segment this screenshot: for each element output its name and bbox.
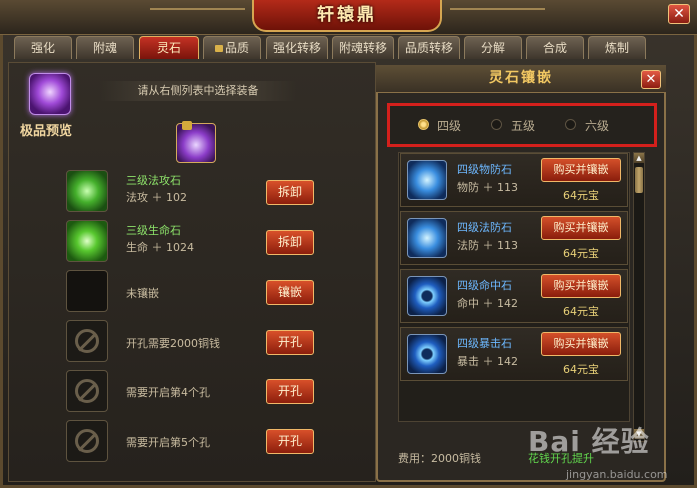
prohibited-icon (75, 429, 99, 453)
gem-list-scrollbar[interactable]: ▲ ▼ (633, 152, 645, 442)
gem-slot-6 (66, 420, 108, 462)
slot-gem-stat: 生命 ＋ 1024 (126, 241, 194, 254)
tab-fenjie[interactable]: 分解 (464, 36, 522, 59)
tab-label: 分解 (480, 41, 505, 55)
gem-embed-title-bar: 灵石镶嵌 (376, 65, 666, 93)
gem-price: 64元宝 (563, 305, 599, 318)
title-ornament-right (450, 8, 545, 10)
gem-list-item[interactable]: 四级物防石 物防 ＋ 113 购买并镶嵌 64元宝 (400, 153, 628, 207)
premium-preview-icon[interactable] (29, 73, 71, 115)
magic-defense-stone-icon (407, 218, 447, 258)
grade-radio-4[interactable] (418, 119, 429, 130)
tab-label: 灵石 (156, 41, 181, 55)
hit-stone-icon (407, 276, 447, 316)
open-socket-button[interactable]: 开孔 (266, 379, 314, 404)
embed-gem-button[interactable]: 镶嵌 (266, 280, 314, 305)
slot-status: 开孔需要2000铜钱 (126, 337, 220, 350)
baidu-watermark-url: jingyan.baidu.com (566, 468, 668, 481)
tab-lianzhi[interactable]: 炼制 (588, 36, 646, 59)
physical-defense-stone-icon (407, 160, 447, 200)
gem-price: 64元宝 (563, 247, 599, 260)
premium-preview-label: 极品预览 (20, 124, 73, 139)
gem-name: 四级暴击石 (457, 337, 512, 350)
gem-price: 64元宝 (563, 363, 599, 376)
lock-icon (214, 45, 223, 52)
tab-qianghua[interactable]: 强化 (14, 36, 72, 59)
gem-stat: 暴击 ＋ 142 (457, 355, 518, 368)
window-title: 轩辕鼎 (317, 5, 377, 25)
open-socket-button[interactable]: 开孔 (266, 330, 314, 355)
tab-label: 合成 (542, 41, 567, 55)
tab-fuhun-zhuanyi[interactable]: 附魂转移 (332, 36, 394, 59)
tab-label: 品质转移 (404, 41, 453, 55)
tab-label: 炼制 (604, 41, 629, 55)
window-title-plaque: 轩辕鼎 (252, 0, 442, 32)
grade-label[interactable]: 六级 (585, 117, 609, 134)
gem-list-item[interactable]: 四级法防石 法防 ＋ 113 购买并镶嵌 64元宝 (400, 211, 628, 265)
gem-slot-5 (66, 370, 108, 412)
select-equipment-hint: 请从右侧列表中选择装备 (100, 81, 296, 101)
gem-slot-1[interactable] (66, 170, 108, 212)
gem-price: 64元宝 (563, 189, 599, 202)
gem-stat: 法防 ＋ 113 (457, 239, 518, 252)
window-close-button[interactable]: ✕ (668, 4, 690, 24)
prohibited-icon (75, 379, 99, 403)
buy-and-embed-button[interactable]: 购买并镶嵌 (541, 274, 621, 298)
tab-label: 附魂转移 (338, 41, 387, 55)
gem-panel-close-button[interactable]: ✕ (641, 70, 661, 89)
open-socket-button[interactable]: 开孔 (266, 429, 314, 454)
lock-icon (182, 121, 192, 130)
gem-slot-2[interactable] (66, 220, 108, 262)
remove-gem-button[interactable]: 拆卸 (266, 180, 314, 205)
tab-qianghua-zhuanyi[interactable]: 强化转移 (266, 36, 328, 59)
crit-stone-icon (407, 334, 447, 374)
scroll-thumb[interactable] (635, 167, 643, 193)
gem-name: 四级法防石 (457, 221, 512, 234)
tab-pinzhi-zhuanyi[interactable]: 品质转移 (398, 36, 460, 59)
gem-stat: 命中 ＋ 142 (457, 297, 518, 310)
gem-name: 四级物防石 (457, 163, 512, 176)
slot-gem-name: 三级法攻石 (126, 174, 181, 187)
buy-and-embed-button[interactable]: 购买并镶嵌 (541, 158, 621, 182)
gem-slot-4 (66, 320, 108, 362)
grade-radio-6[interactable] (565, 119, 576, 130)
tab-hecheng[interactable]: 合成 (526, 36, 584, 59)
slot-status: 未镶嵌 (126, 287, 159, 300)
gem-slot-3[interactable] (66, 270, 108, 312)
grade-label[interactable]: 五级 (511, 117, 535, 134)
baidu-watermark: Bai 经验 (528, 425, 650, 458)
embed-fee: 费用：2000铜钱 (398, 452, 481, 465)
title-ornament-left (150, 8, 245, 10)
scroll-up-arrow-icon[interactable]: ▲ (634, 153, 644, 163)
prohibited-icon (75, 329, 99, 353)
slot-gem-name: 三级生命石 (126, 224, 181, 237)
gem-stat: 物防 ＋ 113 (457, 181, 518, 194)
tab-fuhun[interactable]: 附魂 (76, 36, 134, 59)
tab-label: 品质 (224, 41, 249, 55)
tab-pinzhi[interactable]: 品质 (203, 36, 261, 59)
buy-and-embed-button[interactable]: 购买并镶嵌 (541, 332, 621, 356)
tab-lingshi[interactable]: 灵石 (139, 36, 199, 59)
tab-label: 附魂 (92, 41, 117, 55)
grade-radio-5[interactable] (491, 119, 502, 130)
title-bar: 轩辕鼎 ✕ (0, 0, 697, 35)
buy-and-embed-button[interactable]: 购买并镶嵌 (541, 216, 621, 240)
slot-status: 需要开启第5个孔 (126, 436, 210, 449)
gem-embed-title: 灵石镶嵌 (489, 70, 553, 86)
gem-name: 四级命中石 (457, 279, 512, 292)
grade-label[interactable]: 四级 (437, 117, 461, 134)
gem-list-item[interactable]: 四级命中石 命中 ＋ 142 购买并镶嵌 64元宝 (400, 269, 628, 323)
remove-gem-button[interactable]: 拆卸 (266, 230, 314, 255)
tab-label: 强化 (30, 41, 55, 55)
slot-status: 需要开启第4个孔 (126, 386, 210, 399)
tab-label: 强化转移 (272, 41, 321, 55)
slot-gem-stat: 法攻 ＋ 102 (126, 191, 187, 204)
gem-list-item[interactable]: 四级暴击石 暴击 ＋ 142 购买并镶嵌 64元宝 (400, 327, 628, 381)
